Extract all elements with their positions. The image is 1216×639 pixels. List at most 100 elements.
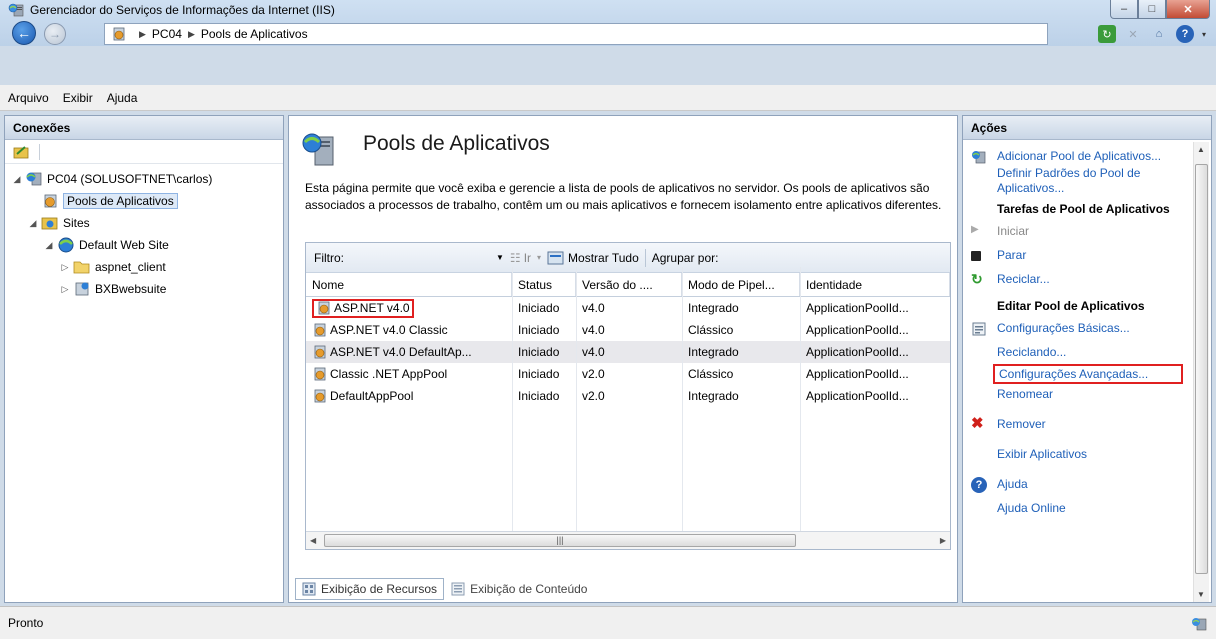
stop-square-icon <box>971 248 987 264</box>
show-all-icon <box>547 251 564 264</box>
column-version[interactable]: Versão do .... <box>576 273 682 296</box>
help-icon[interactable]: ? <box>1175 25 1194 43</box>
cell-version: v2.0 <box>582 367 605 381</box>
table-row[interactable]: DefaultAppPool Iniciado v2.0 Integrado Appli… <box>306 385 950 407</box>
cell-status: Iniciado <box>518 389 560 403</box>
pool-name-label: DefaultAppPool <box>330 389 414 403</box>
cell-version: v4.0 <box>582 345 605 359</box>
tree-item[interactable]: ▷ aspnet_client <box>11 256 283 278</box>
action-recycling[interactable]: Reciclando... <box>963 342 1195 362</box>
actions-scrollbar[interactable]: ▲ ▼ <box>1193 142 1209 602</box>
action-help[interactable]: ? Ajuda <box>963 474 1195 494</box>
maximize-button[interactable]: □ <box>1138 0 1166 19</box>
action-basic-settings[interactable]: Configurações Básicas... <box>963 318 1195 338</box>
close-button[interactable]: ✕ <box>1166 0 1210 19</box>
cell-name: ASP.NET v4.0 Classic <box>306 323 512 338</box>
filter-dropdown-icon[interactable]: ▼ <box>496 253 504 262</box>
action-view-apps-label: Exibir Aplicativos <box>997 447 1088 461</box>
scroll-up-icon[interactable]: ▲ <box>1197 145 1205 154</box>
go-button[interactable]: Ir <box>524 251 531 265</box>
expander-icon[interactable]: ◢ <box>43 240 55 251</box>
tree-item-label: Default Web Site <box>79 238 169 252</box>
action-set-defaults-label: Definir Padrões do Pool de Aplicativos..… <box>997 166 1141 195</box>
actions-list: Adicionar Pool de Aplicativos... Definir… <box>963 140 1195 518</box>
filter-input[interactable] <box>354 248 492 268</box>
iis-icon <box>8 3 24 17</box>
breadcrumb-app-pools[interactable]: Pools de Aplicativos <box>201 27 308 41</box>
scroll-thumb[interactable]: ||| <box>324 534 796 547</box>
tree-item-label: aspnet_client <box>95 260 166 274</box>
app-pool-icon <box>312 389 328 404</box>
scroll-left-icon[interactable]: ◀ <box>310 536 316 545</box>
cell-identity: ApplicationPoolId... <box>806 301 909 315</box>
play-icon: ▶ <box>971 224 979 235</box>
scroll-thumb[interactable] <box>1195 164 1208 574</box>
column-name[interactable]: Nome <box>306 273 512 296</box>
menu-arquivo[interactable]: Arquivo <box>8 91 49 105</box>
column-status[interactable]: Status <box>512 273 576 296</box>
go-dropdown-icon[interactable]: ▾ <box>537 253 541 262</box>
app-pools-list: Filtro: ▼ ☷ Ir ▾ Mostrar Tudo Agrupar po… <box>305 242 951 550</box>
table-row[interactable]: ASP.NET v4.0 DefaultAp... Iniciado v4.0 Int… <box>306 341 950 363</box>
action-set-defaults[interactable]: Definir Padrões do Pool de Aplicativos..… <box>963 166 1195 196</box>
expander-icon[interactable]: ▷ <box>59 284 71 295</box>
table-row[interactable]: ASP.NET v4.0 Iniciado v4.0 Integrado Applica… <box>306 297 950 319</box>
column-pipeline-mode[interactable]: Modo de Pipel... <box>682 273 800 296</box>
cell-identity: ApplicationPoolId... <box>806 367 909 381</box>
tree-item[interactable]: ◢ PC04 (SOLUSOFTNET\carlos) <box>11 168 283 190</box>
action-help-online[interactable]: Ajuda Online <box>963 498 1195 518</box>
scroll-right-icon[interactable]: ▶ <box>940 536 946 545</box>
column-identity[interactable]: Identidade <box>800 273 950 296</box>
action-rename[interactable]: Renomear <box>963 384 1195 404</box>
menu-exibir[interactable]: Exibir <box>63 91 93 105</box>
action-recycling-label: Reciclando... <box>997 345 1067 359</box>
status-bar: Pronto <box>0 606 1216 639</box>
tree-item[interactable]: Pools de Aplicativos <box>11 190 283 212</box>
cell-status: Iniciado <box>518 323 560 337</box>
forward-button[interactable]: → <box>44 23 66 45</box>
action-recycle-label: Reciclar... <box>997 272 1050 286</box>
stop-icon[interactable]: ✕ <box>1124 25 1142 43</box>
address-bar[interactable]: ▶ PC04 ▶ Pools de Aplicativos <box>104 23 1048 45</box>
scroll-down-icon[interactable]: ▼ <box>1197 590 1205 599</box>
action-advanced-settings[interactable]: Configurações Avançadas... <box>963 364 1195 384</box>
action-start[interactable]: ▶ Iniciar <box>963 221 1195 241</box>
table-row[interactable]: ASP.NET v4.0 Classic Iniciado v4.0 Clássico… <box>306 319 950 341</box>
minimize-button[interactable]: – <box>1110 0 1138 19</box>
refresh-icon[interactable]: ↻ <box>1097 25 1116 43</box>
action-add-pool-label: Adicionar Pool de Aplicativos... <box>997 148 1162 163</box>
horizontal-scrollbar[interactable]: ◀ ||| ▶ <box>306 531 950 549</box>
action-recycle[interactable]: ↻ Reciclar... <box>963 269 1195 289</box>
pool-name-label: ASP.NET v4.0 <box>334 301 410 315</box>
tree-item[interactable]: ▷ BXBwebsuite <box>11 278 283 300</box>
action-add-pool[interactable]: Adicionar Pool de Aplicativos... <box>963 146 1195 166</box>
expander-icon[interactable]: ◢ <box>11 174 23 185</box>
breadcrumb-pc04[interactable]: PC04 <box>152 27 182 41</box>
back-button[interactable]: ← <box>12 21 36 45</box>
expander-icon[interactable]: ▷ <box>59 262 71 273</box>
action-help-label: Ajuda <box>997 477 1028 491</box>
show-all-button[interactable]: Mostrar Tudo <box>568 251 639 265</box>
tree-item[interactable]: ◢ Default Web Site <box>11 234 283 256</box>
chevron-down-icon[interactable]: ▾ <box>1202 30 1206 39</box>
features-view-tab[interactable]: Exibição de Recursos <box>295 578 445 600</box>
tree-item-label: Sites <box>63 216 90 230</box>
group-edit-pool: Editar Pool de Aplicativos <box>997 299 1145 313</box>
group-by-label[interactable]: Agrupar por: <box>652 251 719 265</box>
menu-ajuda[interactable]: Ajuda <box>107 91 138 105</box>
tree-item[interactable]: ◢ Sites <box>11 212 283 234</box>
connect-icon[interactable] <box>13 144 31 160</box>
view-switcher: Exibição de Recursos Exibição de Conteúd… <box>295 578 595 600</box>
table-row[interactable]: Classic .NET AppPool Iniciado v2.0 Clássico… <box>306 363 950 385</box>
tree-item-label: BXBwebsuite <box>95 282 167 296</box>
action-stop[interactable]: Parar <box>963 245 1195 265</box>
action-remove[interactable]: ✖ Remover <box>963 414 1195 434</box>
action-view-apps[interactable]: Exibir Aplicativos <box>963 444 1195 464</box>
app-pool-icon <box>41 193 59 209</box>
app-icon <box>73 281 91 297</box>
content-view-tab[interactable]: Exibição de Conteúdo <box>444 578 595 600</box>
home-icon[interactable]: ⌂ <box>1150 25 1168 43</box>
cell-pipeline-mode: Clássico <box>688 323 734 337</box>
column-divider <box>512 267 513 531</box>
expander-icon[interactable]: ◢ <box>27 218 39 229</box>
